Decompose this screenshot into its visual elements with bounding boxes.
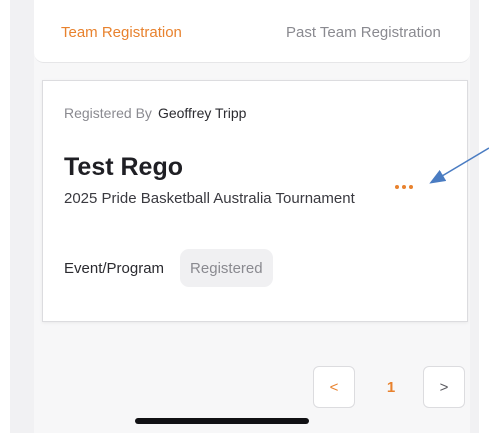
- tab-past-team-registration[interactable]: Past Team Registration: [286, 24, 441, 41]
- right-gutter: [470, 0, 479, 433]
- menu-dot: [409, 185, 413, 189]
- screen: Team Registration Past Team Registration…: [0, 0, 489, 433]
- tab-bar: Team Registration Past Team Registration: [34, 0, 470, 63]
- pagination-current-page[interactable]: 1: [376, 366, 406, 408]
- program-label: Event/Program: [64, 259, 165, 277]
- program-row: Event/Program Registered: [64, 249, 273, 287]
- pagination-prev-button[interactable]: <: [313, 366, 355, 408]
- left-gutter: [10, 0, 34, 433]
- status-badge: Registered: [180, 249, 273, 287]
- menu-dot: [395, 185, 399, 189]
- home-indicator: [135, 418, 309, 424]
- pagination-next-button[interactable]: >: [423, 366, 465, 408]
- more-horizontal-icon[interactable]: [390, 177, 418, 197]
- event-name: 2025 Pride Basketball Australia Tourname…: [64, 190, 355, 207]
- tab-team-registration[interactable]: Team Registration: [61, 24, 182, 41]
- registrations-panel: Team Registration Past Team Registration…: [34, 0, 470, 433]
- registered-by-name: Geoffrey Tripp: [157, 105, 247, 121]
- registered-by: Registered By Geoffrey Tripp: [64, 105, 246, 121]
- team-name: Test Rego: [64, 153, 183, 181]
- registration-card: Registered By Geoffrey Tripp Test Rego 20…: [42, 80, 468, 322]
- menu-dot: [402, 185, 406, 189]
- registered-by-label: Registered By: [64, 105, 152, 121]
